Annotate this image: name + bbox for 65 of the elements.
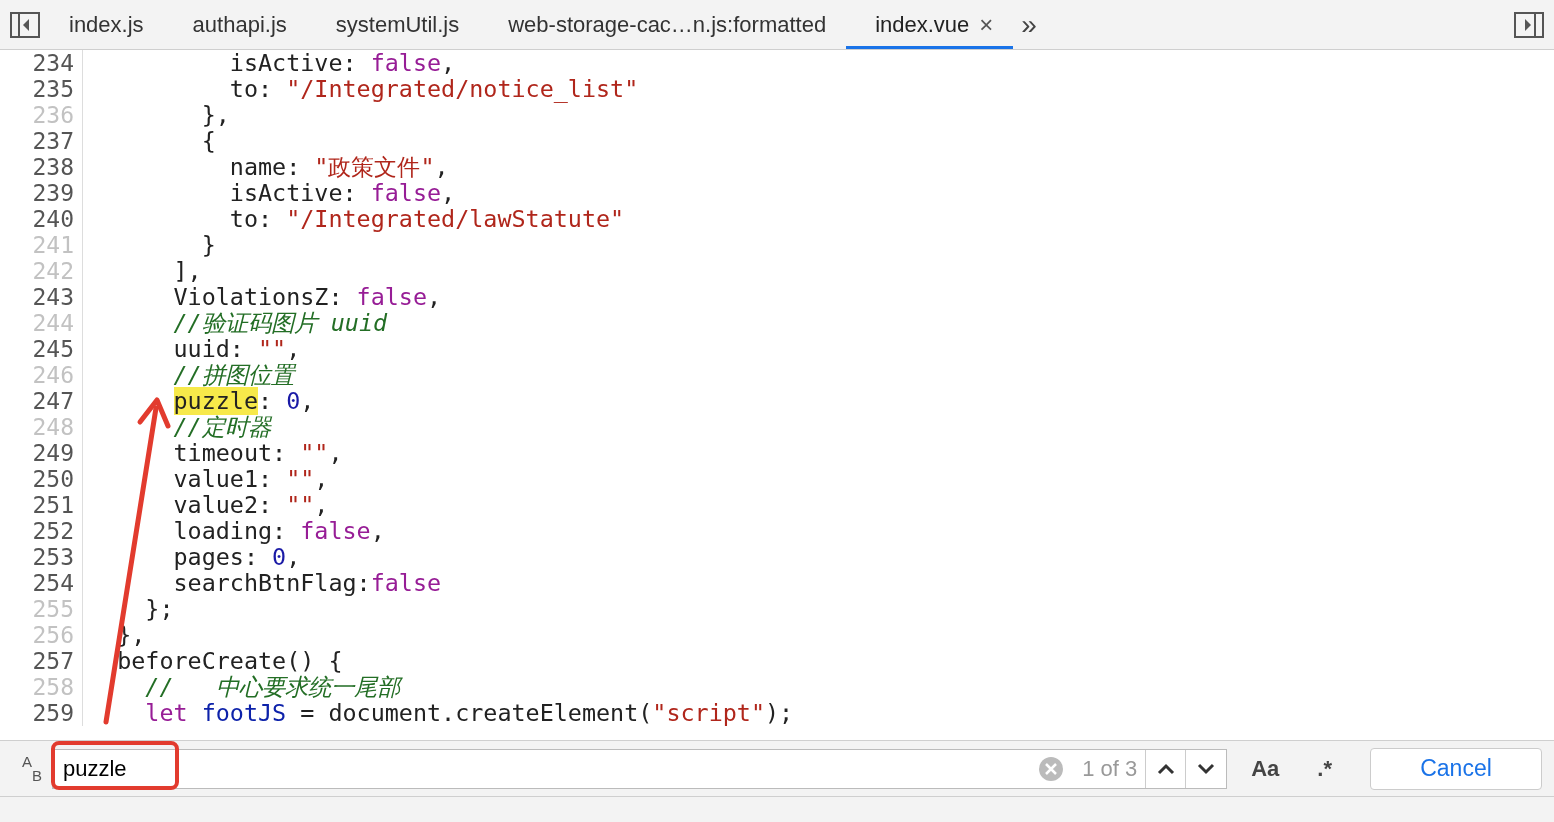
code-line: //定时器 [172, 414, 271, 440]
line-number: 246 [0, 362, 83, 388]
line-number: 255 [0, 596, 83, 622]
regex-toggle[interactable]: .* [1303, 755, 1346, 782]
line-number: 242 [0, 258, 83, 284]
line-number: 236 [0, 102, 83, 128]
code-line: }, [200, 102, 230, 128]
line-number: 244 [0, 310, 83, 336]
file-tab[interactable]: web-storage-cac…n.js:formatted [479, 3, 847, 49]
line-number: 254 [0, 570, 83, 596]
line-number: 248 [0, 414, 83, 440]
file-tab[interactable]: index.vue × [846, 3, 1014, 49]
code-line: isActive: false, [228, 180, 456, 206]
code-line: value2: "", [172, 492, 329, 518]
line-number: 237 [0, 128, 83, 154]
line-number: 257 [0, 648, 83, 674]
more-tabs-button[interactable]: » [1021, 8, 1037, 41]
code-line: let footJS = document.createElement("script"); [144, 700, 794, 726]
close-icon[interactable]: × [979, 10, 994, 39]
code-line: to: "/Integrated/lawStatute" [228, 206, 625, 232]
code-line: ViolationsZ: false, [172, 284, 442, 310]
line-number: 247 [0, 388, 83, 414]
panel-toggle-icon[interactable] [10, 11, 40, 38]
chevron-down-icon [1197, 762, 1216, 775]
line-number: 238 [0, 154, 83, 180]
line-number: 259 [0, 700, 83, 726]
cancel-button[interactable]: Cancel [1370, 747, 1542, 790]
line-number: 250 [0, 466, 83, 492]
code-line: to: "/Integrated/notice_list" [228, 76, 639, 102]
code-line: }; [144, 596, 174, 622]
replace-toggle[interactable]: A B [12, 754, 42, 783]
code-line: uuid: "", [172, 336, 301, 362]
line-number: 253 [0, 544, 83, 570]
code-line: name: "政策文件", [228, 154, 449, 180]
code-line: } [200, 232, 216, 258]
chevron-up-icon [1156, 762, 1175, 775]
line-number: 249 [0, 440, 83, 466]
line-number: 251 [0, 492, 83, 518]
code-line: ], [172, 258, 202, 284]
line-number: 240 [0, 206, 83, 232]
code-line: searchBtnFlag:false [172, 570, 442, 596]
line-number: 258 [0, 674, 83, 700]
line-number: 234 [0, 50, 83, 76]
code-line: loading: false, [172, 518, 385, 544]
search-box[interactable]: puzzle 1 of 3 [52, 748, 1228, 789]
line-number: 239 [0, 180, 83, 206]
file-tab[interactable]: authapi.js [163, 3, 307, 49]
file-tab[interactable]: systemUtil.js [306, 3, 480, 49]
code-line: beforeCreate() { [116, 648, 343, 674]
line-number: 256 [0, 622, 83, 648]
code-line: value1: "", [172, 466, 329, 492]
code-line: isActive: false, [228, 50, 456, 76]
code-line: timeout: "", [172, 440, 343, 466]
line-number: 245 [0, 336, 83, 362]
line-number: 243 [0, 284, 83, 310]
line-number: 252 [0, 518, 83, 544]
file-tab[interactable]: index.js [40, 3, 164, 49]
code-line: //验证码图片 uuid [172, 310, 388, 336]
search-field[interactable]: puzzle [61, 754, 1039, 783]
line-number: 235 [0, 76, 83, 102]
match-case-toggle[interactable]: Aa [1237, 755, 1294, 782]
code-line: { [200, 128, 216, 154]
code-line: pages: 0, [172, 544, 301, 570]
panel-toggle-icon[interactable] [1514, 11, 1544, 38]
line-number: 241 [0, 232, 83, 258]
